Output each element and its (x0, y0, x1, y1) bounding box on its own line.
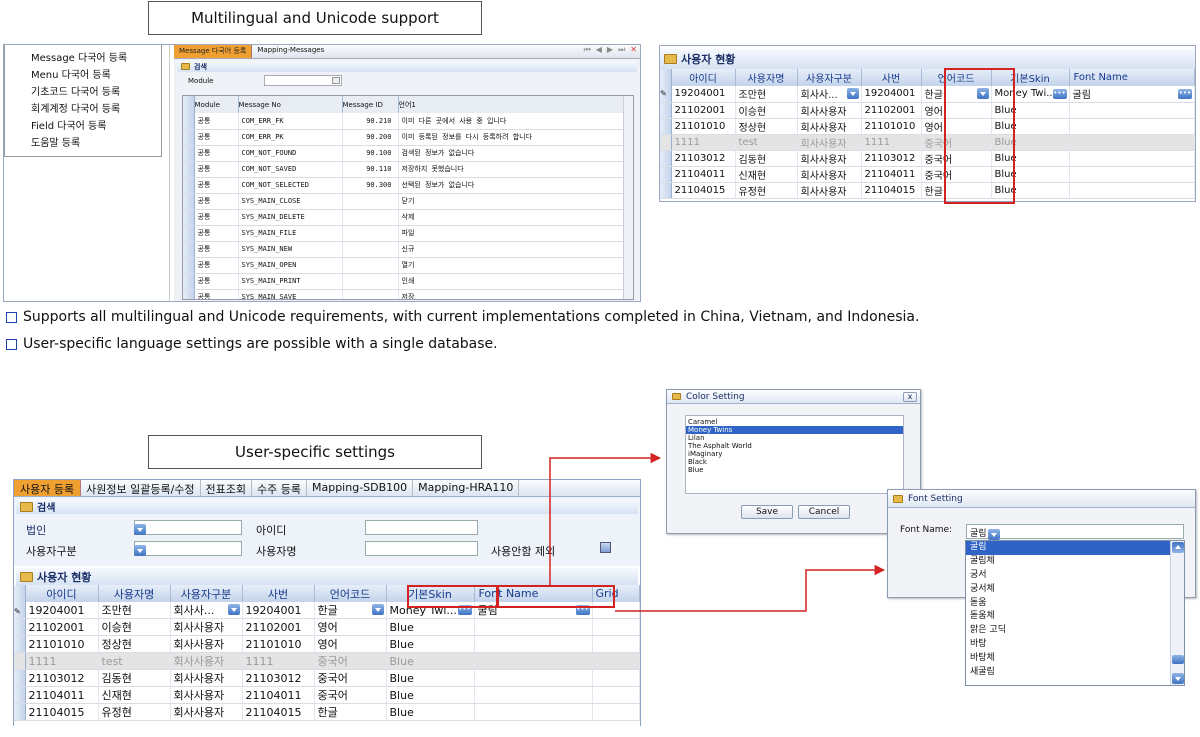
font-option[interactable]: 궁서체 (966, 583, 1170, 597)
color-option[interactable]: Black (686, 458, 903, 466)
save-button[interactable]: Save (741, 505, 793, 519)
font-option[interactable]: 바탕체 (966, 652, 1170, 666)
font-option[interactable]: 굴림체 (966, 555, 1170, 569)
font-name-select[interactable]: 굴림 (966, 524, 1184, 540)
cancel-button[interactable]: Cancel (798, 505, 850, 519)
chevron-down-icon[interactable] (988, 529, 1001, 540)
arrow-to-color-setting (549, 452, 662, 586)
font-dialog-titlebar: Font Setting (888, 490, 1195, 508)
chevron-down-icon[interactable] (1172, 673, 1184, 684)
font-list-scrollbar[interactable] (1170, 541, 1184, 685)
color-option[interactable]: Lilan (686, 434, 903, 442)
font-option[interactable]: 돋움체 (966, 610, 1170, 624)
color-option[interactable]: Blue (686, 466, 903, 474)
color-list[interactable]: Caramel Money Twins Lilan The Asphalt World… (685, 415, 904, 494)
window-icon (893, 494, 903, 503)
font-name-label: Font Name: (900, 525, 953, 535)
font-option[interactable]: 새굴림 (966, 666, 1170, 680)
chevron-up-icon[interactable] (1172, 542, 1184, 553)
color-option[interactable]: Money Twins (686, 426, 903, 434)
arrow-to-font-setting (615, 564, 886, 612)
color-setting-dialog: Color Setting x Caramel Money Twins Lilan T… (666, 389, 921, 534)
font-option[interactable]: 굴림 (966, 541, 1170, 555)
font-option[interactable]: 돋움 (966, 597, 1170, 611)
scroll-thumb[interactable] (1172, 655, 1184, 664)
close-button[interactable]: x (903, 391, 917, 402)
font-option[interactable]: 궁서 (966, 569, 1170, 583)
font-option[interactable]: 맑은 고딕 (966, 624, 1170, 638)
font-dropdown-list[interactable]: 굴림 굴림체 궁서 궁서체 돋움 돋움체 맑은 고딕 바탕 바탕체 새굴림 (965, 540, 1185, 686)
color-option[interactable]: The Asphalt World (686, 442, 903, 450)
font-option[interactable]: 바탕 (966, 638, 1170, 652)
window-icon (672, 393, 681, 400)
color-dialog-titlebar: Color Setting x (667, 390, 920, 404)
color-option[interactable]: iMaginary (686, 450, 903, 458)
color-option[interactable]: Caramel (686, 418, 903, 426)
